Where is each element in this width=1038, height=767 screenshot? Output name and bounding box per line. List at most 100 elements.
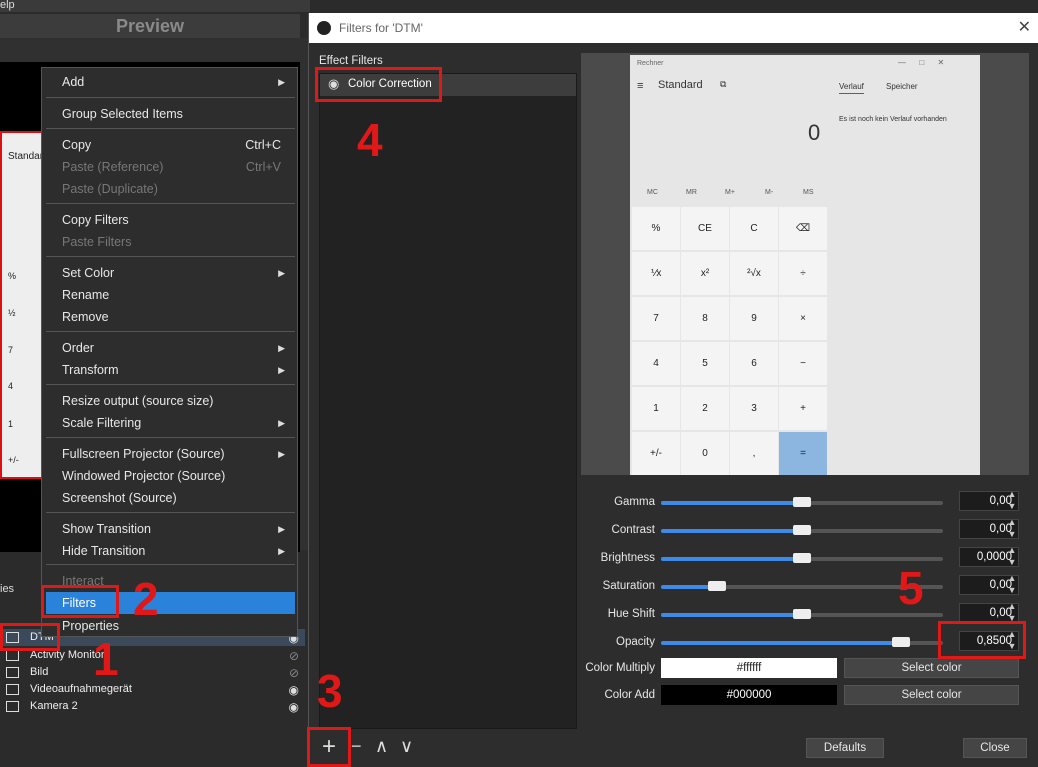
close-icon[interactable]: ✕ [1018, 13, 1031, 43]
menu-item-properties[interactable]: Properties [46, 615, 295, 637]
menu-item-add[interactable]: Add ▶ [46, 71, 295, 93]
preview-label: 1 [8, 419, 14, 429]
menu-item-label: Copy Filters [62, 213, 129, 227]
camera-icon [6, 701, 19, 712]
menu-item-fullscreen-projector-source[interactable]: Fullscreen Projector (Source) ▶ [46, 443, 295, 465]
bottom-toolbar: + − ∧ ∨ Defaults Close [309, 731, 1038, 767]
menu-item-label: Show Transition [62, 522, 151, 536]
select-color-multiply-button[interactable]: Select color [844, 658, 1019, 678]
calc-key: x² [681, 252, 729, 295]
slider-handle[interactable] [793, 609, 811, 619]
visibility-off-icon[interactable]: ⊘ [289, 648, 299, 665]
preview-label: +/- [8, 455, 19, 465]
menu-item-set-color[interactable]: Set Color ▶ [46, 262, 295, 284]
spin-down-icon[interactable]: ▼ [1005, 585, 1019, 595]
visibility-icon[interactable]: ◉ [289, 682, 299, 699]
menu-item-label: Resize output (source size) [62, 394, 214, 408]
menu-separator [46, 564, 295, 565]
spin-up-icon[interactable]: ▲ [1005, 545, 1019, 555]
spin-up-icon[interactable]: ▲ [1005, 517, 1019, 527]
menu-item-paste-reference: Paste (Reference) Ctrl+V [46, 156, 295, 178]
menubar-fragment[interactable]: elp [0, 0, 15, 11]
menu-item-show-transition[interactable]: Show Transition ▶ [46, 518, 295, 540]
calc-key: × [779, 297, 827, 340]
menu-item-paste-duplicate: Paste (Duplicate) [46, 178, 295, 200]
menu-item-order[interactable]: Order ▶ [46, 337, 295, 359]
source-name: Bild [30, 666, 49, 678]
slider-handle[interactable] [793, 497, 811, 507]
property-label: Brightness [600, 552, 655, 564]
color-add-swatch: #000000 [661, 685, 837, 705]
filter-list[interactable]: ◉ Color Correction [319, 73, 577, 729]
slider-fill [661, 529, 802, 533]
menu-item-rename[interactable]: Rename [46, 284, 295, 306]
calc-key: = [779, 432, 827, 475]
spin-up-icon[interactable]: ▲ [1005, 573, 1019, 583]
menu-item-label: Add [62, 75, 85, 89]
color-add-label: Color Add [604, 689, 655, 701]
menubar: elp [0, 0, 310, 12]
source-row[interactable]: Kamera 2 ◉ [0, 698, 305, 715]
menu-item-label: Group Selected Items [62, 107, 183, 121]
slider-handle[interactable] [793, 553, 811, 563]
move-down-button[interactable]: ∨ [400, 736, 413, 757]
spin-up-icon[interactable]: ▲ [1005, 601, 1019, 611]
calc-key: 7 [632, 297, 680, 340]
property-label: Hue Shift [607, 608, 655, 620]
close-button[interactable]: Close [963, 738, 1027, 758]
menu-item-windowed-projector-source[interactable]: Windowed Projector (Source) [46, 465, 295, 487]
menu-item-screenshot-source[interactable]: Screenshot (Source) [46, 487, 295, 509]
calc-key: ⅟x [632, 252, 680, 295]
calc-title: Rechner [637, 60, 664, 67]
menu-item-copy-filters[interactable]: Copy Filters [46, 209, 295, 231]
menu-item-group-selected-items[interactable]: Group Selected Items [46, 103, 295, 125]
submenu-arrow-icon: ▶ [278, 546, 285, 556]
property-label: Saturation [602, 580, 655, 592]
color-multiply-label: Color Multiply [585, 662, 655, 674]
camera-icon [6, 684, 19, 695]
property-slider[interactable] [661, 637, 943, 647]
property-label: Opacity [616, 636, 655, 648]
slider-handle[interactable] [708, 581, 727, 591]
annotation-box-filters [41, 585, 119, 618]
source-row[interactable]: Bild ⊘ [0, 664, 305, 681]
property-slider[interactable] [661, 525, 943, 535]
menu-item-paste-filters: Paste Filters [46, 231, 295, 253]
preview-label: 4 [8, 381, 14, 391]
remove-filter-button[interactable]: − [351, 736, 362, 757]
calc-key: − [779, 342, 827, 385]
spin-down-icon[interactable]: ▼ [1005, 529, 1019, 539]
preview-label: ½ [8, 308, 16, 318]
menu-item-copy[interactable]: Copy Ctrl+C [46, 134, 295, 156]
menu-item-remove[interactable]: Remove [46, 306, 295, 328]
menu-item-scale-filtering[interactable]: Scale Filtering ▶ [46, 412, 295, 434]
menu-shortcut: Ctrl+V [245, 160, 281, 174]
select-color-add-button[interactable]: Select color [844, 685, 1019, 705]
spin-down-icon[interactable]: ▼ [1005, 501, 1019, 511]
slider-handle[interactable] [891, 637, 910, 647]
source-row[interactable]: Videoaufnahmegerät ◉ [0, 681, 305, 698]
calc-key: 4 [632, 342, 680, 385]
move-up-button[interactable]: ∧ [375, 736, 388, 757]
property-slider[interactable] [661, 497, 943, 507]
menu-shortcut: Ctrl+C [245, 138, 281, 152]
spin-down-icon[interactable]: ▼ [1005, 557, 1019, 567]
menu-separator [46, 128, 295, 129]
slider-handle[interactable] [793, 525, 811, 535]
calc-window-controls: — □ ✕ [898, 58, 945, 67]
menu-item-resize-output-source-size[interactable]: Resize output (source size) [46, 390, 295, 412]
visibility-icon[interactable]: ◉ [289, 699, 299, 716]
defaults-button[interactable]: Defaults [806, 738, 884, 758]
menu-item-hide-transition[interactable]: Hide Transition ▶ [46, 540, 295, 562]
visibility-off-icon[interactable]: ⊘ [289, 665, 299, 682]
calc-key: 1 [632, 387, 680, 430]
menu-item-label: Rename [62, 288, 110, 302]
calc-key: ⌫ [779, 207, 827, 250]
calc-key: % [632, 207, 680, 250]
memory-key: MR [686, 189, 697, 196]
effect-filters-label: Effect Filters [319, 55, 383, 67]
spin-up-icon[interactable]: ▲ [1005, 489, 1019, 499]
menu-item-transform[interactable]: Transform ▶ [46, 359, 295, 381]
slider-fill [661, 641, 901, 645]
submenu-arrow-icon: ▶ [278, 365, 285, 375]
